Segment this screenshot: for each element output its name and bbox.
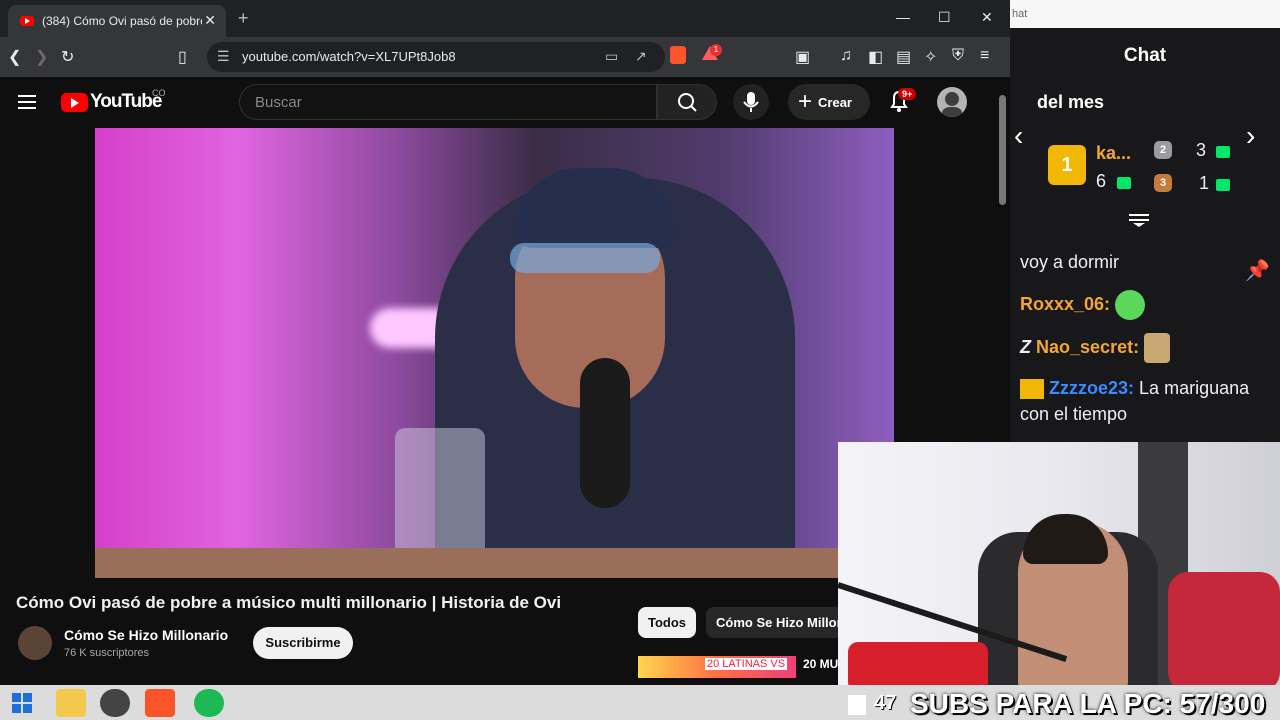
leaderboard-label: del mes — [1037, 92, 1105, 112]
windows-start-icon[interactable] — [12, 693, 32, 713]
chat-message: Zzzzoe23: La mariguana con el tiempo — [1020, 375, 1255, 441]
microphone-icon — [743, 92, 759, 112]
rewards-count-badge: 1 — [710, 44, 722, 56]
search-icon — [678, 93, 697, 112]
site-info-icon[interactable]: ☰ — [217, 48, 230, 65]
video-player[interactable] — [95, 128, 894, 578]
gift-icon — [1216, 179, 1230, 191]
chat-window-title: hat — [1010, 0, 1280, 28]
video-microphone — [580, 358, 630, 508]
webcam-overlay — [838, 442, 1280, 692]
brave-shields-icon[interactable] — [670, 46, 686, 64]
video-table — [95, 548, 894, 578]
channel-name[interactable]: Cómo Se Hizo Millonario — [64, 627, 228, 643]
music-icon[interactable]: ♫ — [840, 47, 852, 65]
youtube-logo-text[interactable]: YouTube — [90, 91, 162, 113]
channel-subscribers: 76 K suscriptores — [64, 647, 149, 659]
browser-toolbar: ❮ ❯ ↻ ▯ ☰ youtube.com/watch?v=XL7UPt8Job… — [0, 37, 1010, 77]
leo-ai-icon[interactable]: ✧ — [924, 47, 937, 67]
wallet-icon[interactable]: ▤ — [896, 47, 911, 67]
plus-icon: + — [798, 88, 813, 115]
chevron-left-icon[interactable]: ‹ — [1014, 120, 1023, 152]
region-code: CO — [152, 88, 166, 98]
share-icon[interactable]: ↗ — [635, 48, 647, 65]
create-button[interactable]: + Crear — [788, 84, 870, 120]
subs-goal-banner: SUBS PARA LA PC: 57/300 — [910, 688, 1266, 719]
bookmark-icon[interactable]: ▯ — [178, 47, 187, 67]
youtube-favicon-icon — [20, 16, 34, 26]
scrollbar-thumb[interactable] — [999, 95, 1006, 205]
chat-title: Chat — [1123, 45, 1167, 66]
voice-search-button[interactable] — [733, 84, 769, 120]
emote-icon — [1144, 333, 1171, 363]
leader1-count: 6 — [1096, 171, 1107, 191]
chat-username[interactable]: Roxxx_06: — [1020, 294, 1110, 314]
badge-z-icon: Z — [1020, 336, 1031, 357]
collapse-leaderboard-icon[interactable] — [1128, 212, 1150, 228]
crown-badge-icon — [1020, 379, 1044, 400]
install-app-icon[interactable]: ▭ — [605, 48, 618, 65]
kick-logo-icon — [848, 695, 866, 715]
new-tab-button[interactable]: + — [238, 8, 249, 29]
second-place-medal: 2 — [1154, 141, 1172, 159]
chat-username[interactable]: Nao_secret: — [1036, 337, 1139, 357]
minimize-icon[interactable]: — — [896, 9, 910, 25]
search-button[interactable] — [657, 84, 717, 120]
video-person-glasses — [510, 243, 660, 273]
forward-icon[interactable]: ❯ — [35, 47, 48, 67]
brave-browser-icon[interactable] — [145, 689, 175, 717]
search-input[interactable]: Buscar — [239, 84, 657, 120]
chevron-right-icon[interactable]: › — [1246, 120, 1255, 152]
spotify-icon[interactable] — [194, 689, 224, 717]
url-text[interactable]: youtube.com/watch?v=XL7UPt8Job8 — [242, 49, 456, 64]
first-place-badge: 1 — [1048, 145, 1086, 185]
side-panel-icon[interactable]: ◧ — [868, 47, 883, 67]
back-icon[interactable]: ❮ — [8, 47, 21, 67]
reload-icon[interactable]: ↻ — [61, 47, 74, 67]
sidebar-toggle-icon[interactable]: ▣ — [795, 47, 810, 67]
maximize-icon[interactable]: ☐ — [938, 9, 951, 26]
chat-message-text: voy a dormir — [1020, 252, 1120, 272]
chat-message: Roxxx_06: — [1020, 290, 1255, 320]
chip-channel[interactable]: Cómo Se Hizo Millonario — [706, 607, 846, 638]
chip-all[interactable]: Todos — [638, 607, 696, 638]
hamburger-menu-icon[interactable] — [18, 95, 36, 113]
leader2-count: 3 — [1196, 140, 1207, 160]
youtube-header: YouTube CO Buscar + Crear — [0, 77, 995, 127]
browser-tab[interactable]: (384) Cómo Ovi pasó de pobre a músico mu… — [8, 5, 226, 37]
leader3-count: 1 — [1199, 173, 1210, 193]
address-bar[interactable]: ☰ youtube.com/watch?v=XL7UPt8Job8 ▭ ↗ — [207, 42, 665, 72]
menu-icon[interactable]: ≡ — [980, 47, 989, 65]
channel-avatar[interactable] — [18, 626, 52, 660]
notifications-badge: 9+ — [898, 88, 917, 100]
kick-follower-count: 47 — [874, 692, 897, 714]
webcam-red-chair — [1168, 572, 1280, 692]
account-avatar[interactable] — [937, 87, 967, 117]
gift-icon — [1216, 146, 1230, 158]
chat-message: voy a dormir — [1020, 249, 1255, 275]
gift-icon — [1117, 177, 1131, 189]
chat-username[interactable]: Zzzzoe23: — [1049, 378, 1134, 398]
create-label: Crear — [818, 94, 852, 110]
chat-message: Z Nao_secret: — [1020, 333, 1255, 363]
chat-header: Chat — [1010, 28, 1280, 78]
video-title: Cómo Ovi pasó de pobre a músico multi mi… — [16, 593, 562, 612]
close-window-icon[interactable]: ✕ — [981, 9, 993, 26]
subscribe-button[interactable]: Suscribirme — [253, 627, 353, 659]
vpn-shield-icon[interactable]: ⛨ — [952, 47, 964, 65]
youtube-logo-icon[interactable] — [61, 93, 88, 112]
tab-bar: (384) Cómo Ovi pasó de pobre a músico mu… — [0, 0, 1010, 37]
emote-icon — [1115, 290, 1146, 320]
thumbnail-text: 20 LATINAS VS — [705, 658, 788, 670]
search-placeholder: Buscar — [255, 94, 302, 111]
avatar-icon — [942, 92, 962, 117]
leader1-name: ka... — [1096, 143, 1132, 163]
tab-title: (384) Cómo Ovi pasó de pobre a músico mu… — [42, 14, 202, 28]
close-tab-icon[interactable]: ✕ — [204, 12, 216, 29]
recommended-video-title[interactable]: 20 MU — [803, 657, 838, 671]
obs-icon[interactable] — [100, 689, 130, 717]
third-place-medal: 3 — [1154, 174, 1172, 192]
file-explorer-icon[interactable] — [56, 689, 86, 717]
